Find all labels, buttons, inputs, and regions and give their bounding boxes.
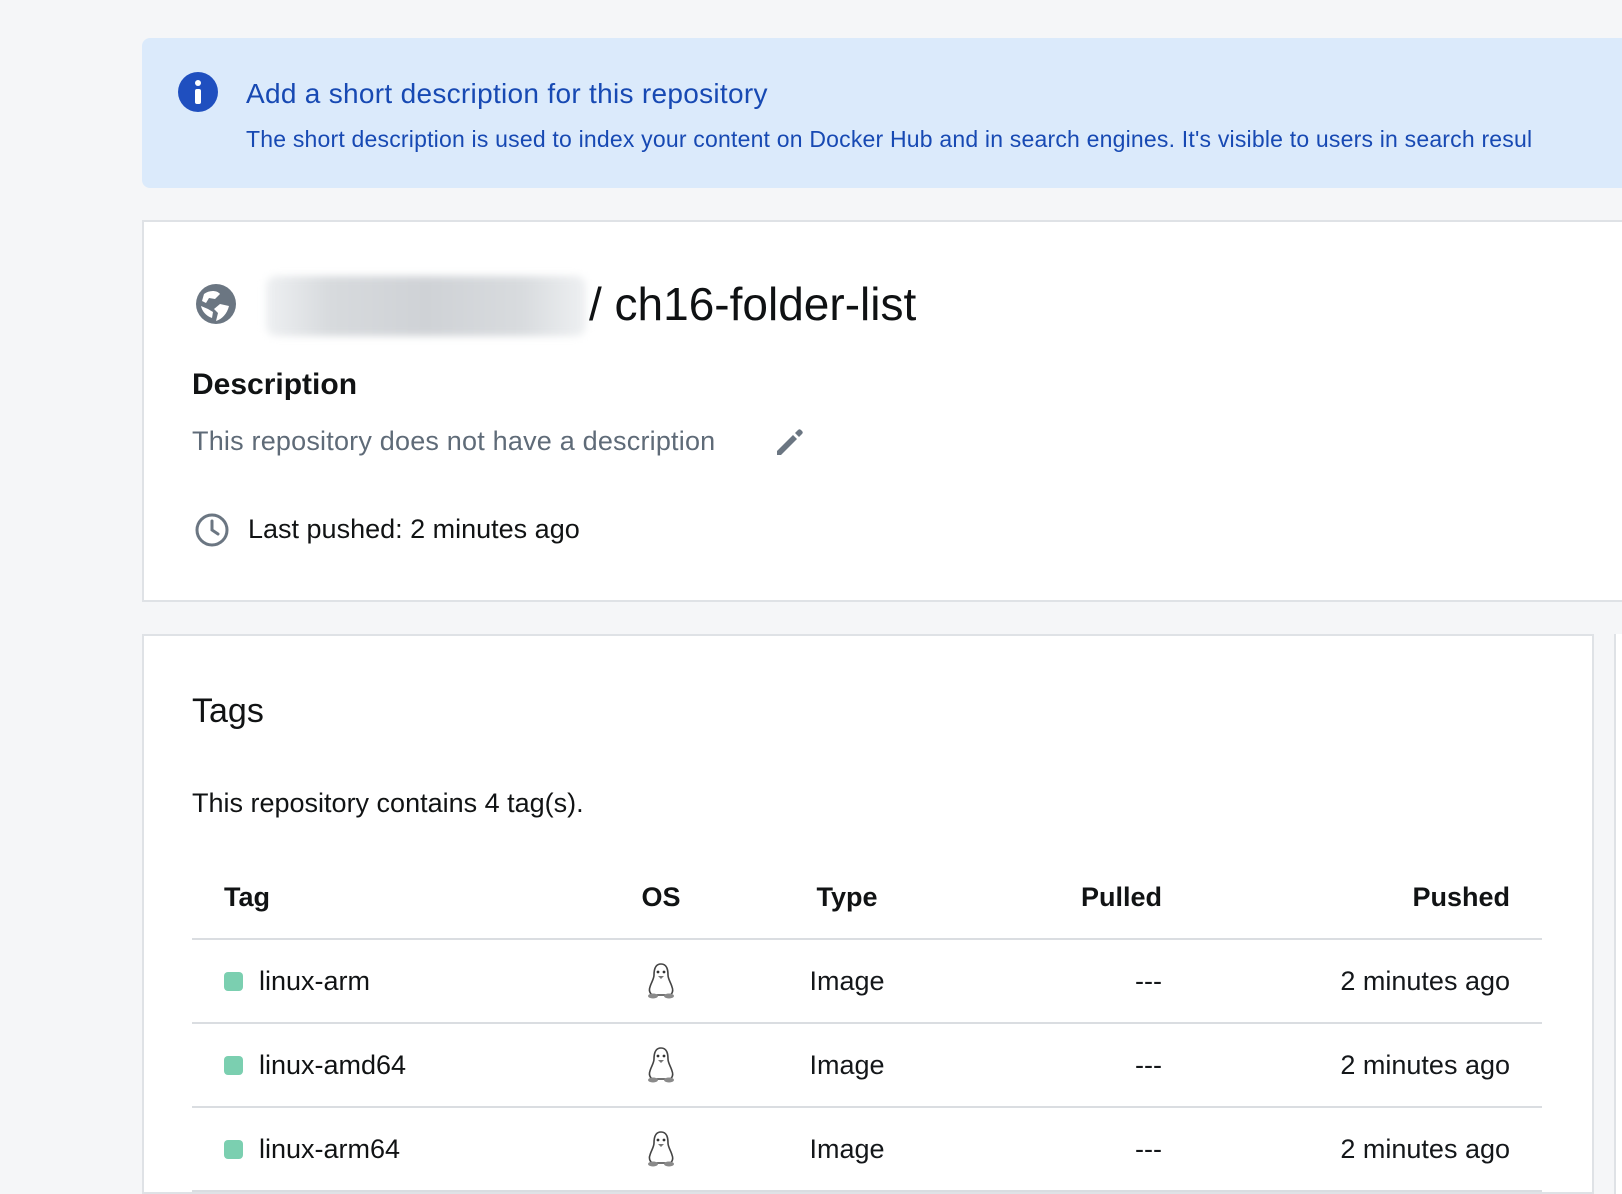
tag-name-link[interactable]: linux-arm64 [259,1134,400,1165]
linux-icon [648,1131,674,1167]
tag-name-link[interactable]: linux-amd64 [259,1050,406,1081]
os-cell [616,940,706,1022]
globe-icon [196,284,236,324]
tags-count: This repository contains 4 tag(s). [192,788,584,818]
table-row[interactable]: linux-arm64 Image --- 2 minutes ago [192,1108,1542,1192]
pulled-cell: --- [1135,1133,1162,1164]
info-banner: Add a short description for this reposit… [142,38,1622,188]
pushed-cell: 2 minutes ago [1340,1133,1510,1164]
type-cell: Image [809,965,885,996]
description-text: This repository does not have a descript… [192,426,716,456]
table-row[interactable]: linux-arm Image --- 2 minutes ago [192,940,1542,1024]
description-label: Description [192,368,358,401]
tag-cell[interactable]: linux-amd64 [224,1024,604,1106]
repository-title: / ch16-folder-list [589,278,917,330]
type-cell: Image [809,1133,885,1164]
tags-title: Tags [192,692,264,730]
clock-icon [195,513,229,547]
column-header-tag: Tag [224,881,270,912]
banner-title: Add a short description for this reposit… [246,78,768,109]
status-indicator [224,1055,243,1075]
column-header-pushed: Pushed [1412,881,1510,912]
column-header-os: OS [641,881,681,912]
os-cell [616,1108,706,1190]
type-cell: Image [809,1049,885,1080]
pushed-cell: 2 minutes ago [1340,965,1510,996]
tags-card: Tags This repository contains 4 tag(s). … [142,634,1594,1194]
column-header-pulled: Pulled [1080,881,1162,912]
tag-cell[interactable]: linux-arm64 [224,1108,604,1190]
linux-icon [648,1047,674,1083]
pushed-cell: 2 minutes ago [1340,1049,1510,1080]
repository-card: / ch16-folder-list Description This repo… [142,220,1622,602]
os-cell [616,1024,706,1106]
last-pushed-text: Last pushed: 2 minutes ago [248,514,580,544]
linux-icon [648,963,674,999]
status-indicator [224,971,243,991]
status-indicator [224,1139,243,1159]
tags-table: Tag OS Type Pulled Pushed linux-arm Imag… [192,856,1542,1192]
tag-cell[interactable]: linux-arm [224,940,604,1022]
tag-name-link[interactable]: linux-arm [259,966,370,997]
blurred-owner-name [266,276,586,336]
info-icon [178,72,218,112]
pulled-cell: --- [1135,1049,1162,1080]
table-row[interactable]: linux-amd64 Image --- 2 minutes ago [192,1024,1542,1108]
tags-table-header: Tag OS Type Pulled Pushed [192,856,1542,940]
edit-pencil-icon[interactable] [772,424,808,460]
column-header-type: Type [816,881,878,912]
banner-body: The short description is used to index y… [246,126,1533,152]
side-panel-edge [1614,634,1622,1194]
pulled-cell: --- [1135,965,1162,996]
